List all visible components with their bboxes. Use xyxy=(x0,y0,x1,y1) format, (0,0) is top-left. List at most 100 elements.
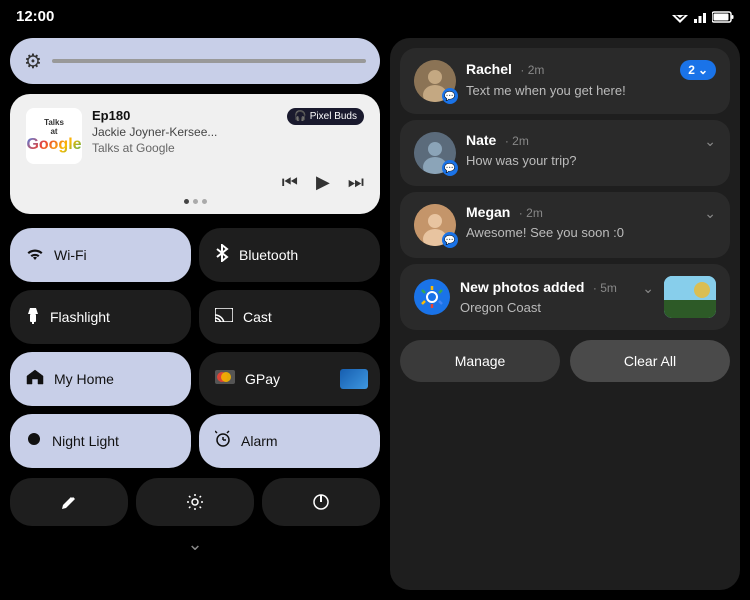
media-source: Talks at Google xyxy=(92,141,277,155)
myhome-tile-label: My Home xyxy=(54,371,114,387)
edit-icon xyxy=(60,493,78,511)
megan-content: Megan · 2m ⌄ Awesome! See you soon :0 xyxy=(466,204,716,240)
device-name: Pixel Buds xyxy=(310,111,357,122)
tile-bluetooth[interactable]: Bluetooth xyxy=(199,228,380,282)
nightlight-tile-label: Night Light xyxy=(52,433,119,449)
flashlight-tile-label: Flashlight xyxy=(50,309,110,325)
tile-gpay[interactable]: GPay xyxy=(199,352,380,406)
media-artist: Jackie Joyner-Kersee... xyxy=(92,125,277,139)
dot-2 xyxy=(193,199,198,204)
bluetooth-tile-label: Bluetooth xyxy=(239,247,298,263)
settings-button[interactable] xyxy=(136,478,254,526)
brightness-icon: ⚙ xyxy=(24,49,42,74)
media-episode: Ep180 xyxy=(92,108,277,123)
media-dots xyxy=(26,199,364,204)
cast-tile-icon xyxy=(215,308,233,327)
nate-content: Nate · 2m ⌄ How was your trip? xyxy=(466,132,716,168)
media-thumbnail: Talks at Google xyxy=(26,108,82,164)
megan-header: Megan · 2m ⌄ xyxy=(466,204,716,222)
settings-icon xyxy=(186,493,204,511)
megan-avatar-wrap: 💬 xyxy=(414,204,456,246)
wifi-tile-icon xyxy=(26,246,44,265)
tile-wifi[interactable]: Wi-Fi xyxy=(10,228,191,282)
cast-tile-label: Cast xyxy=(243,309,272,325)
rachel-name: Rachel xyxy=(466,61,512,77)
nate-time: · 2m xyxy=(505,134,529,148)
tile-nightlight[interactable]: Night Light xyxy=(10,414,191,468)
photos-header: New photos added · 5m ⌄ xyxy=(460,279,654,297)
nate-chevron[interactable]: ⌄ xyxy=(704,133,716,150)
edit-button[interactable] xyxy=(10,478,128,526)
notification-photos[interactable]: New photos added · 5m ⌄ Oregon Coast xyxy=(400,264,730,330)
photos-content: New photos added · 5m ⌄ Oregon Coast xyxy=(460,279,654,315)
rachel-avatar-wrap: 💬 xyxy=(414,60,456,102)
alarm-tile-icon xyxy=(215,430,231,453)
tiles-grid: Wi-Fi Bluetooth Flashlight Cast xyxy=(10,228,380,468)
photos-name-time: New photos added · 5m xyxy=(460,279,617,297)
play-button[interactable]: ▶ xyxy=(316,172,330,193)
device-badge: 🎧 Pixel Buds xyxy=(287,108,364,125)
status-icons xyxy=(672,11,734,23)
photos-title: New photos added xyxy=(460,279,584,295)
notifications-panel: 💬 Rachel · 2m 2 ⌄ Text me when you get h… xyxy=(390,38,740,590)
tile-cast[interactable]: Cast xyxy=(199,290,380,344)
megan-name-time: Megan · 2m xyxy=(466,204,543,222)
megan-name: Megan xyxy=(466,204,510,220)
media-card[interactable]: Talks at Google Ep180 Jackie Joyner-Kers… xyxy=(10,94,380,214)
forward-button[interactable]: ⏭ xyxy=(348,172,364,193)
chevron-down-icon: ⌄ xyxy=(698,63,708,77)
rachel-message: Text me when you get here! xyxy=(466,83,716,98)
power-icon xyxy=(312,493,330,511)
media-card-top: Talks at Google Ep180 Jackie Joyner-Kers… xyxy=(26,108,364,164)
gpay-tile-icon xyxy=(215,370,235,389)
gpay-tile-label: GPay xyxy=(245,371,280,387)
tile-flashlight[interactable]: Flashlight xyxy=(10,290,191,344)
status-time: 12:00 xyxy=(16,8,54,25)
photo-thumbnail xyxy=(664,276,716,318)
notification-megan[interactable]: 💬 Megan · 2m ⌄ Awesome! See you soon :0 xyxy=(400,192,730,258)
brightness-slider[interactable] xyxy=(52,59,366,63)
bluetooth-tile-icon xyxy=(215,244,229,267)
chevron-down-button[interactable]: ⌄ xyxy=(10,534,380,555)
battery-icon xyxy=(712,11,734,23)
photos-app-icon xyxy=(414,279,450,315)
tile-alarm[interactable]: Alarm xyxy=(199,414,380,468)
megan-chevron[interactable]: ⌄ xyxy=(704,205,716,222)
headphone-icon: 🎧 xyxy=(294,111,306,122)
nate-message: How was your trip? xyxy=(466,153,716,168)
messages-app-icon-rachel: 💬 xyxy=(442,88,458,104)
clear-all-button[interactable]: Clear All xyxy=(570,340,730,382)
nightlight-tile-icon xyxy=(26,431,42,452)
media-controls: ⏮ ▶ ⏭ xyxy=(26,172,364,193)
dot-1 xyxy=(184,199,189,204)
dot-3 xyxy=(202,199,207,204)
rachel-time: · 2m xyxy=(520,63,544,77)
nate-name-time: Nate · 2m xyxy=(466,132,529,150)
photos-chevron[interactable]: ⌄ xyxy=(642,280,654,297)
brightness-row[interactable]: ⚙ xyxy=(10,38,380,84)
nate-header: Nate · 2m ⌄ xyxy=(466,132,716,150)
manage-button[interactable]: Manage xyxy=(400,340,560,382)
left-panel: ⚙ Talks at Google Ep180 Jackie Joyner-Ke… xyxy=(10,38,380,590)
photos-message: Oregon Coast xyxy=(460,300,654,315)
rachel-badge[interactable]: 2 ⌄ xyxy=(680,60,716,80)
signal-icon xyxy=(694,11,706,23)
rachel-header: Rachel · 2m 2 ⌄ xyxy=(466,60,716,80)
nate-avatar-wrap: 💬 xyxy=(414,132,456,174)
media-info: Ep180 Jackie Joyner-Kersee... Talks at G… xyxy=(92,108,277,155)
notification-rachel[interactable]: 💬 Rachel · 2m 2 ⌄ Text me when you get h… xyxy=(400,48,730,114)
myhome-tile-icon xyxy=(26,369,44,390)
wifi-icon xyxy=(672,11,688,23)
tile-myhome[interactable]: My Home xyxy=(10,352,191,406)
rachel-content: Rachel · 2m 2 ⌄ Text me when you get her… xyxy=(466,60,716,98)
gpay-card xyxy=(340,369,368,389)
megan-message: Awesome! See you soon :0 xyxy=(466,225,716,240)
rachel-name-time: Rachel · 2m xyxy=(466,61,544,79)
alarm-tile-label: Alarm xyxy=(241,433,278,449)
photos-time: · 5m xyxy=(593,281,617,295)
rewind-button[interactable]: ⏮ xyxy=(282,172,298,193)
power-button[interactable] xyxy=(262,478,380,526)
flashlight-tile-icon xyxy=(26,306,40,329)
notification-nate[interactable]: 💬 Nate · 2m ⌄ How was your trip? xyxy=(400,120,730,186)
nate-name: Nate xyxy=(466,132,496,148)
